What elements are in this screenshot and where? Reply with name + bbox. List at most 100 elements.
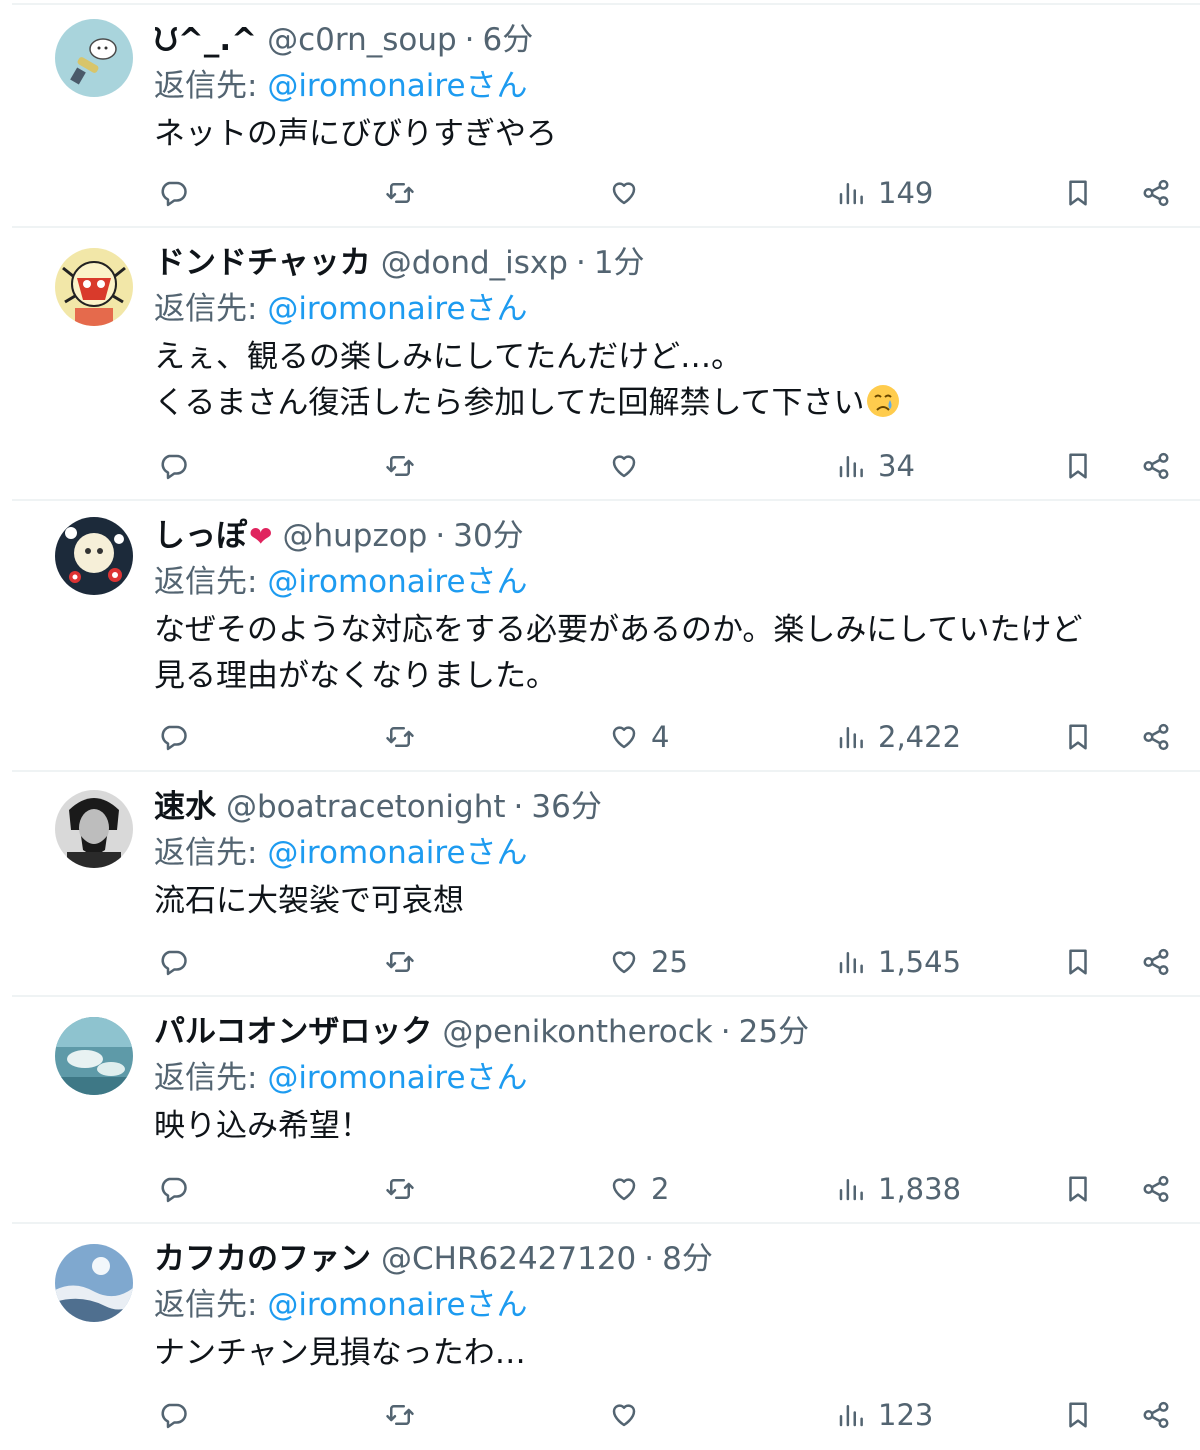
user-handle[interactable]: @CHR62427120 [381, 1236, 636, 1282]
display-name[interactable]: カフカのファン [154, 1236, 371, 1282]
replying-to: 返信先: @iromonaireさん [154, 1282, 1180, 1328]
timestamp[interactable]: 36分 [531, 784, 601, 830]
like-button[interactable] [609, 443, 639, 489]
reply-card[interactable]: しっぽ ❤ @hupzop · 30分 返信先: @iromonaireさん なぜ… [0, 501, 1200, 772]
bookmark-button[interactable] [1063, 170, 1093, 216]
replying-to: 返信先: @iromonaireさん [154, 830, 1180, 876]
reply-card[interactable]: 速水 @boatracetonight · 36分 返信先: @iromonai… [0, 772, 1200, 997]
user-handle[interactable]: @hupzop [282, 513, 427, 559]
display-name[interactable]: パルコオンザロック [154, 1009, 432, 1055]
timestamp[interactable]: 1分 [594, 240, 645, 286]
separator: · [513, 789, 524, 825]
avatar[interactable] [55, 19, 133, 97]
share-icon [1143, 1401, 1169, 1429]
views-button[interactable]: 2,422 [836, 714, 961, 760]
bookmark-button[interactable] [1063, 1392, 1093, 1438]
bookmark-button[interactable] [1063, 1166, 1093, 1212]
like-icon [612, 1178, 636, 1201]
retweet-button[interactable] [385, 714, 415, 760]
bookmark-button[interactable] [1063, 443, 1093, 489]
retweet-button[interactable] [385, 939, 415, 985]
bookmark-button[interactable] [1063, 714, 1093, 760]
view-count: 1,545 [878, 945, 962, 979]
retweet-button[interactable] [385, 1166, 415, 1212]
mention-link[interactable]: @iromonaireさん [267, 291, 527, 327]
share-button[interactable] [1141, 714, 1171, 760]
replying-prefix: 返信先: [154, 1060, 268, 1096]
reply-button[interactable] [158, 443, 188, 489]
replying-to: 返信先: @iromonaireさん [154, 63, 1180, 109]
timestamp[interactable]: 25分 [739, 1009, 809, 1055]
reply-card[interactable]: ᙀ^_.^ @c0rn_soup · 6分 返信先: @iromonaireさん… [0, 5, 1200, 228]
reply-icon [161, 725, 187, 751]
timestamp[interactable]: 8分 [662, 1236, 713, 1282]
reply-icon [161, 454, 187, 480]
reply-button[interactable] [158, 1166, 188, 1212]
avatar[interactable] [55, 1244, 133, 1322]
reply-card[interactable]: パルコオンザロック @penikontherock · 25分 返信先: @ir… [0, 997, 1200, 1224]
mention-link[interactable]: @iromonaireさん [267, 564, 527, 600]
like-button[interactable]: 4 [609, 714, 669, 760]
display-name[interactable]: ドンドチャッカ [154, 240, 371, 286]
avatar-image-icon [55, 19, 133, 97]
action-bar: 25 1,545 [0, 939, 1200, 985]
like-button[interactable]: 25 [609, 939, 688, 985]
bookmark-button[interactable] [1063, 939, 1093, 985]
timestamp[interactable]: 6分 [483, 17, 534, 63]
mention-link[interactable]: @iromonaireさん [267, 835, 527, 871]
mention-link[interactable]: @iromonaireさん [267, 1060, 527, 1096]
like-icon [612, 1404, 636, 1427]
views-button[interactable]: 34 [836, 443, 915, 489]
action-bar: 2 1,838 [0, 1166, 1200, 1212]
like-button[interactable] [609, 1392, 639, 1438]
reply-text-line: くるまさん復活したら参加してた回解禁して下さい [154, 380, 1180, 426]
retweet-button[interactable] [385, 1392, 415, 1438]
reply-button[interactable] [158, 170, 188, 216]
user-handle[interactable]: @penikontherock [442, 1009, 712, 1055]
like-button[interactable] [609, 170, 639, 216]
user-handle[interactable]: @dond_isxp [381, 240, 568, 286]
reply-button[interactable] [158, 1392, 188, 1438]
retweet-button[interactable] [385, 170, 415, 216]
reply-text-line: えぇ、観るの楽しみにしてたんだけど…。 [154, 339, 743, 375]
like-count: 2 [651, 1172, 670, 1206]
views-button[interactable]: 149 [836, 170, 933, 216]
views-icon [839, 1179, 863, 1201]
avatar-image-icon [55, 517, 133, 595]
display-name[interactable]: 速水 [154, 784, 216, 830]
reply-button[interactable] [158, 939, 188, 985]
like-button[interactable]: 2 [609, 1166, 669, 1212]
display-name[interactable]: ᙀ^_.^ [154, 17, 257, 63]
reply-button[interactable] [158, 714, 188, 760]
views-button[interactable]: 1,838 [836, 1166, 961, 1212]
reply-text-line: ナンチャン見損なったわ… [154, 1335, 526, 1371]
avatar[interactable] [55, 248, 133, 326]
display-name[interactable]: しっぽ [154, 513, 247, 559]
views-button[interactable]: 123 [836, 1392, 933, 1438]
like-count: 4 [651, 720, 670, 754]
reply-card[interactable]: カフカのファン @CHR62427120 · 8分 返信先: @iromonai… [0, 1224, 1200, 1450]
retweet-button[interactable] [385, 443, 415, 489]
share-button[interactable] [1141, 443, 1171, 489]
user-handle[interactable]: @c0rn_soup [267, 17, 457, 63]
avatar[interactable] [55, 517, 133, 595]
user-handle[interactable]: @boatracetonight [226, 784, 506, 830]
share-button[interactable] [1141, 939, 1171, 985]
mention-link[interactable]: @iromonaireさん [267, 68, 527, 104]
share-button[interactable] [1141, 170, 1171, 216]
avatar[interactable] [55, 1017, 133, 1095]
share-button[interactable] [1141, 1166, 1171, 1212]
share-icon [1143, 179, 1169, 207]
like-icon [612, 951, 636, 974]
separator: · [435, 518, 446, 554]
mention-link[interactable]: @iromonaireさん [267, 1287, 527, 1323]
reply-text: ネットの声にびびりすぎやろ [154, 111, 1180, 157]
replying-to: 返信先: @iromonaireさん [154, 286, 1180, 332]
timestamp[interactable]: 30分 [453, 513, 523, 559]
reply-card[interactable]: ドンドチャッカ @dond_isxp · 1分 返信先: @iromonaire… [0, 228, 1200, 501]
share-button[interactable] [1141, 1392, 1171, 1438]
avatar[interactable] [55, 790, 133, 868]
reply-text: なぜそのような対応をする必要があるのか。楽しみにしていたけど 見る理由がなくなり… [154, 607, 1180, 699]
avatar-image-icon [55, 790, 133, 868]
views-button[interactable]: 1,545 [836, 939, 961, 985]
